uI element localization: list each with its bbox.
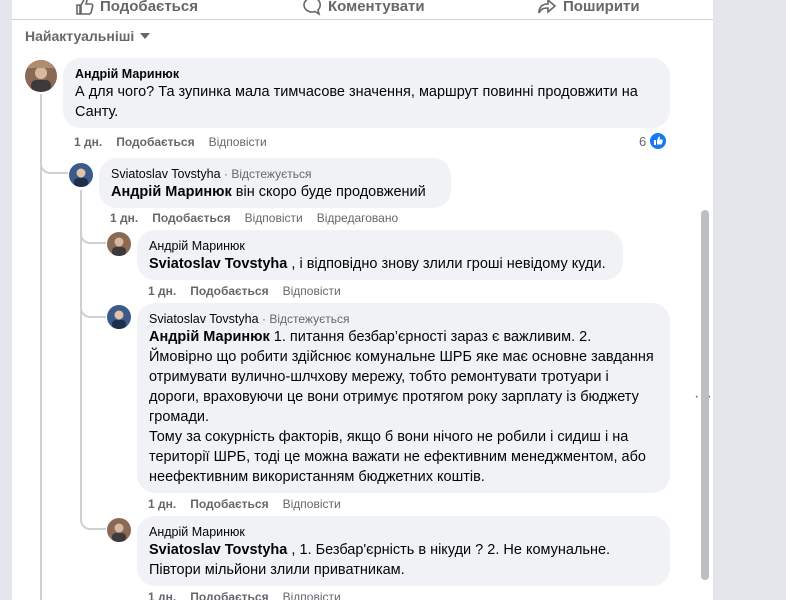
comment-like-button[interactable]: Подобається [152, 211, 230, 225]
reaction-summary[interactable]: 6 [639, 132, 668, 150]
comment-like-button[interactable]: Подобається [190, 284, 268, 298]
scrollbar[interactable] [701, 210, 709, 580]
comment-reply-button[interactable]: Відповісти [283, 497, 341, 511]
thread-branch [40, 150, 68, 174]
thumbs-up-icon [76, 0, 94, 15]
comment-bubble: Sviatoslav Tovstyha · Відстежується Андр… [137, 303, 670, 493]
comment-meta: 1 дн. Подобається Відповісти Відредагова… [110, 211, 398, 225]
comment-bubble: Sviatoslav Tovstyha · Відстежується Андр… [99, 158, 451, 208]
comment-reply-button[interactable]: Відповісти [283, 590, 341, 600]
comment-action-label: Коментувати [328, 0, 425, 15]
reaction-count: 6 [639, 133, 647, 149]
avatar[interactable] [107, 232, 131, 256]
comment-like-button[interactable]: Подобається [116, 135, 194, 149]
comment-meta: 1 дн. Подобається Відповісти [74, 135, 267, 149]
comment-bubble: Андрій Маринюк Sviatoslav Tovstyha , 1. … [137, 516, 670, 586]
follow-status[interactable]: · Відстежується [262, 312, 349, 326]
comment-bubble: Андрій Маринюк А для чого? Та зупинка ма… [63, 58, 670, 128]
comment-meta: 1 дн. Подобається Відповісти [148, 497, 341, 511]
avatar[interactable] [107, 305, 131, 329]
share-action-label: Поширити [563, 0, 640, 15]
mention-link[interactable]: Sviatoslav Tovstyha [149, 542, 287, 558]
mention-link[interactable]: Sviatoslav Tovstyha [149, 256, 287, 272]
comment-text: , і відповідно знову злили гроші невідом… [287, 256, 606, 272]
comment-like-button[interactable]: Подобається [190, 497, 268, 511]
mention-link[interactable]: Андрій Маринюк [111, 184, 232, 200]
comments-panel: Подобається Коментувати Поширити Найакту… [12, 0, 713, 600]
post-actions-bar: Подобається Коментувати Поширити [12, 0, 713, 20]
comment-like-button[interactable]: Подобається [190, 590, 268, 600]
comment-time[interactable]: 1 дн. [148, 284, 176, 298]
comment-sort-dropdown[interactable]: Найактуальніші [25, 28, 151, 44]
comment-time[interactable]: 1 дн. [148, 590, 176, 600]
comment-author[interactable]: Андрій Маринюк [149, 239, 245, 253]
thread-branch [80, 226, 106, 244]
comment-bubble: Андрій Маринюк Sviatoslav Tovstyha , і в… [137, 230, 623, 280]
comment-icon [303, 0, 322, 16]
comment-action-button[interactable]: Коментувати [302, 0, 425, 16]
comment-reply-button[interactable]: Відповісти [245, 211, 303, 225]
chevron-down-icon [140, 33, 151, 39]
page-background-right [713, 0, 786, 600]
like-action-button[interactable]: Подобається [74, 0, 198, 16]
comment-time[interactable]: 1 дн. [110, 211, 138, 225]
edited-label[interactable]: Відредаговано [317, 211, 398, 225]
avatar[interactable] [69, 163, 93, 187]
comment-time[interactable]: 1 дн. [148, 497, 176, 511]
avatar[interactable] [25, 60, 57, 92]
share-icon [538, 0, 557, 14]
comment-reply-button[interactable]: Відповісти [283, 284, 341, 298]
like-reaction-icon [649, 132, 668, 150]
sort-label: Найактуальніші [25, 28, 135, 44]
comment-author[interactable]: Sviatoslav Tovstyha [111, 167, 221, 181]
thread-branch [80, 300, 106, 318]
comment-text: 1. питання безбар’єрності зараз є важлив… [149, 329, 654, 485]
comment-author[interactable]: Sviatoslav Tovstyha [149, 312, 259, 326]
comment-reply-button[interactable]: Відповісти [209, 135, 267, 149]
comment-text: він скоро буде продовжений [231, 184, 426, 200]
comment-meta: 1 дн. Подобається Відповісти [148, 284, 341, 298]
avatar[interactable] [107, 518, 131, 542]
share-action-button[interactable]: Поширити [537, 0, 640, 16]
comment-meta: 1 дн. Подобається Відповісти [148, 590, 341, 600]
like-action-label: Подобається [100, 0, 198, 15]
follow-status[interactable]: · Відстежується [224, 167, 311, 181]
comment-text: А для чого? Та зупинка мала тимчасове зн… [75, 84, 642, 120]
comment-author[interactable]: Андрій Маринюк [75, 67, 179, 81]
thread-branch [80, 512, 106, 530]
mention-link[interactable]: Андрій Маринюк [149, 329, 270, 345]
comment-time[interactable]: 1 дн. [74, 135, 102, 149]
comment-author[interactable]: Андрій Маринюк [149, 525, 245, 539]
